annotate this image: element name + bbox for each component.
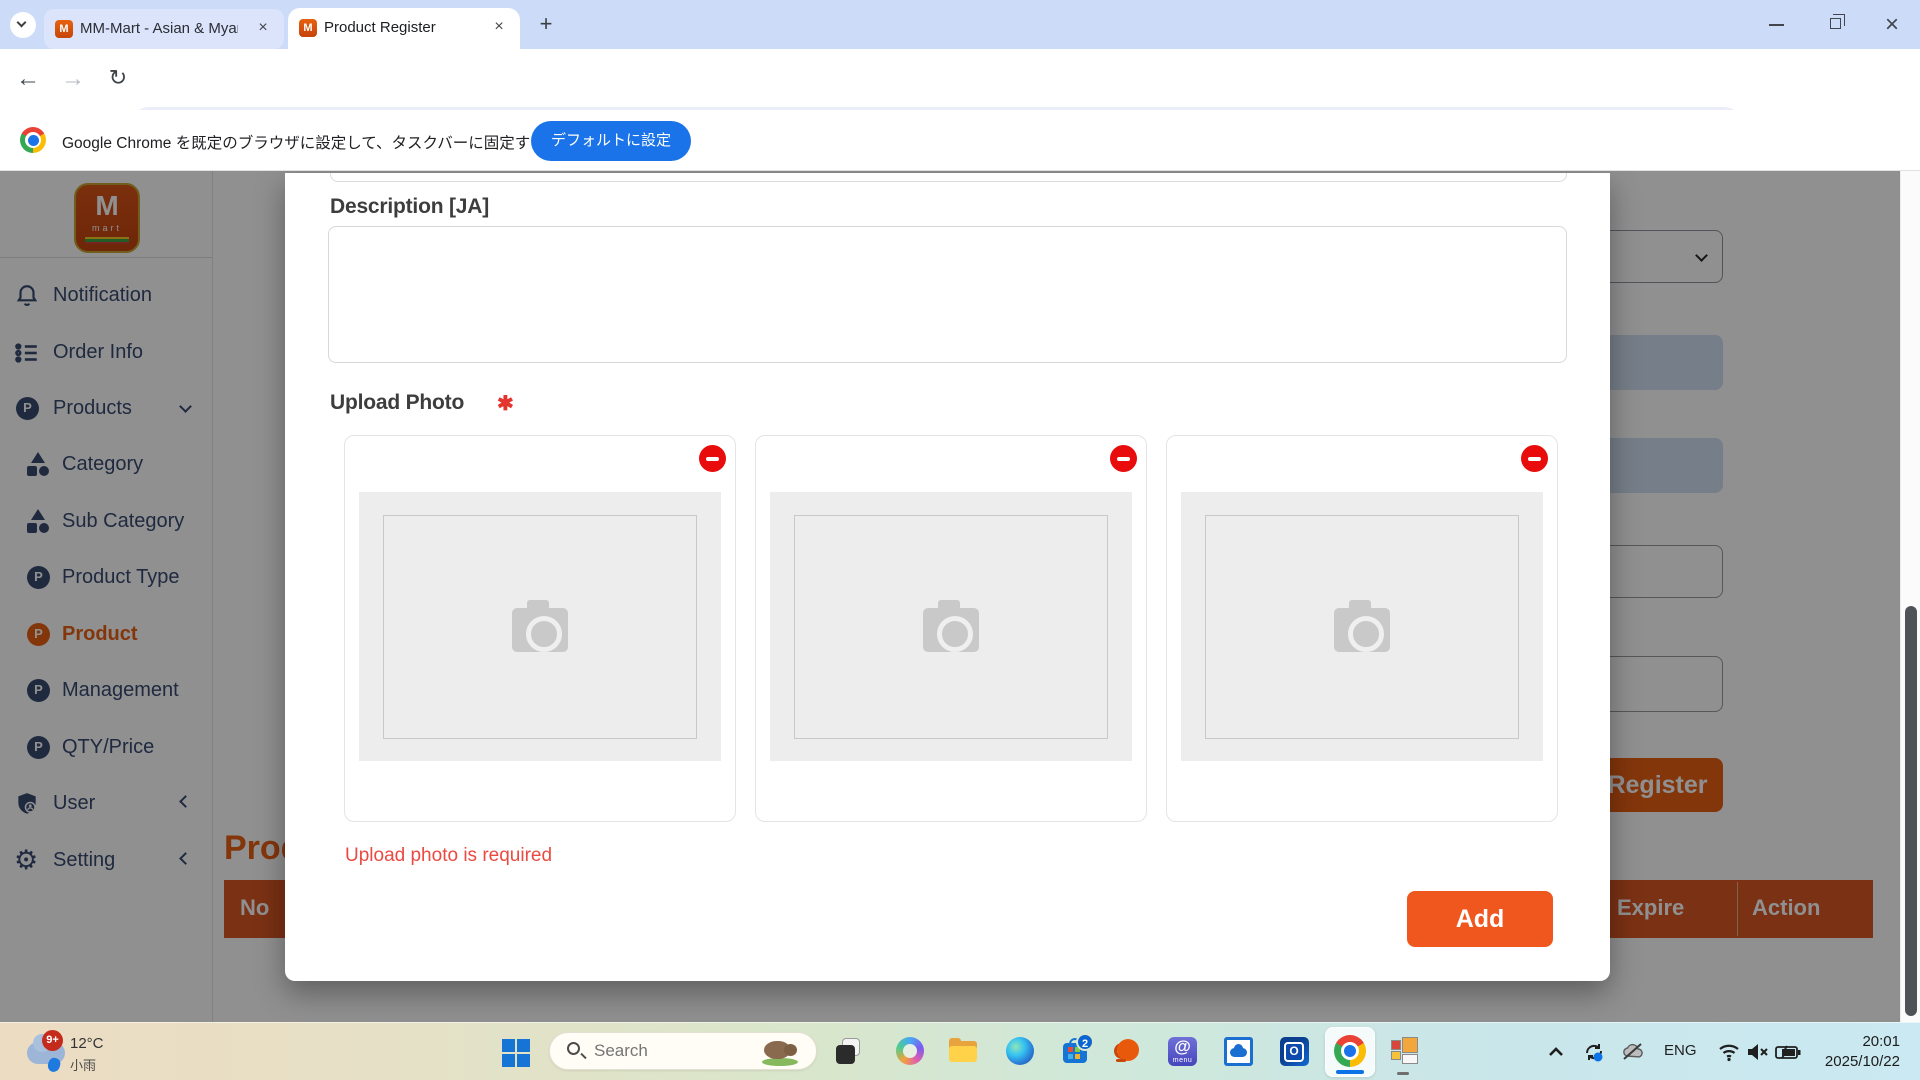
tab-title: MM-Mart - Asian & Myanmar G: [80, 20, 238, 40]
tray-wifi-icon[interactable]: [1716, 1039, 1742, 1065]
photo-dropzone[interactable]: [770, 492, 1132, 761]
chevron-down-icon: [17, 18, 27, 28]
weather-condition-text: 小雨: [70, 1055, 96, 1074]
search-icon: [567, 1042, 580, 1055]
weather-widget[interactable]: 9+ 12°C 小雨: [18, 1028, 168, 1076]
camera-icon: [512, 608, 568, 652]
browser-toolbar: ← → ↻ mmmart.jp/admin/productregister ☆ …: [0, 49, 1920, 110]
clipped-field-edge: [330, 173, 1567, 182]
chrome-taskbar-active[interactable]: [1325, 1027, 1375, 1077]
tray-time: 20:01: [1790, 1032, 1900, 1052]
tray-language-indicator[interactable]: ENG: [1664, 1042, 1697, 1059]
page-scrollbar[interactable]: [1900, 171, 1920, 1022]
photo-dropzone[interactable]: [1181, 492, 1543, 761]
temperature-text: 12°C: [70, 1035, 104, 1052]
chrome-infobar: Google Chrome を既定のブラウザに設定して、タスクバーに固定する ×: [0, 110, 1920, 171]
close-window-button[interactable]: [1872, 0, 1918, 49]
support-app-icon[interactable]: [1114, 1037, 1142, 1065]
search-daily-animal-image: [760, 1038, 800, 1066]
task-view-button[interactable]: [835, 1037, 865, 1067]
tray-date: 2025/10/22: [1790, 1052, 1900, 1072]
tiles-app-icon[interactable]: [1390, 1037, 1420, 1067]
tray-chevron-up-icon[interactable]: [1543, 1039, 1569, 1065]
start-button[interactable]: [502, 1037, 532, 1067]
infobar-text: Google Chrome を既定のブラウザに設定して、タスクバーに固定する: [62, 131, 546, 153]
tab-title: Product Register: [324, 19, 474, 39]
running-app-indicator: [1397, 1072, 1409, 1075]
tab-close-icon[interactable]: ×: [490, 18, 508, 36]
edge-browser-icon[interactable]: [1006, 1037, 1034, 1065]
restore-button[interactable]: [1814, 0, 1860, 49]
camera-icon: [1334, 608, 1390, 652]
forward-button[interactable]: →: [58, 65, 88, 93]
chrome-logo-icon: [20, 127, 46, 153]
camera-icon: [923, 608, 979, 652]
tray-onedrive-paused-icon[interactable]: [1620, 1039, 1646, 1065]
site-favicon: M: [55, 20, 73, 38]
new-tab-button[interactable]: +: [534, 12, 558, 36]
tab-mm-mart[interactable]: M MM-Mart - Asian & Myanmar G ×: [44, 9, 284, 49]
tray-sync-icon[interactable]: [1581, 1039, 1607, 1065]
screen: M MM-Mart - Asian & Myanmar G × M Produc…: [0, 0, 1920, 1080]
required-asterisk: ✱: [497, 391, 514, 416]
copilot-icon[interactable]: [896, 1037, 924, 1065]
remove-photo-button[interactable]: [1521, 445, 1548, 472]
set-default-browser-button[interactable]: デフォルトに設定: [531, 121, 691, 161]
reload-button[interactable]: ↻: [103, 65, 133, 91]
upload-photo-label: Upload Photo: [330, 391, 464, 415]
product-register-modal: Description [JA] Upload Photo ✱: [285, 173, 1610, 981]
photo-upload-slot-2[interactable]: [755, 435, 1147, 822]
restore-icon: [1830, 18, 1841, 29]
photo-upload-slot-1[interactable]: [344, 435, 736, 822]
notification-count-badge: 9+: [42, 1030, 63, 1051]
at-menu-app-icon[interactable]: @menu: [1168, 1037, 1197, 1066]
tab-close-icon[interactable]: ×: [254, 19, 272, 37]
scrollbar-thumb[interactable]: [1905, 606, 1917, 1016]
description-ja-textarea[interactable]: [328, 226, 1567, 363]
chrome-logo-icon: [1334, 1035, 1366, 1067]
photo-dropzone[interactable]: [359, 492, 721, 761]
upload-error-message: Upload photo is required: [345, 845, 552, 867]
tray-volume-muted-icon[interactable]: [1744, 1039, 1770, 1065]
search-input[interactable]: [594, 1039, 744, 1063]
site-favicon: M: [299, 19, 317, 37]
add-button[interactable]: Add: [1407, 891, 1553, 947]
file-explorer-icon[interactable]: [948, 1037, 978, 1067]
microsoft-store-icon[interactable]: 2: [1060, 1037, 1090, 1067]
active-app-indicator: [1336, 1070, 1364, 1074]
description-ja-label: Description [JA]: [330, 195, 489, 219]
page-viewport: M mart Notification: [0, 171, 1920, 1022]
photo-upload-slot-3[interactable]: [1166, 435, 1558, 822]
tab-product-register[interactable]: M Product Register ×: [288, 8, 520, 49]
browser-titlebar: M MM-Mart - Asian & Myanmar G × M Produc…: [0, 0, 1920, 49]
photos-app-icon[interactable]: [1224, 1037, 1253, 1066]
tab-search-button[interactable]: [10, 12, 36, 38]
tray-clock[interactable]: 20:01 2025/10/22: [1790, 1032, 1900, 1072]
remove-photo-button[interactable]: [699, 445, 726, 472]
remove-photo-button[interactable]: [1110, 445, 1137, 472]
outlook-icon[interactable]: [1280, 1037, 1309, 1066]
taskbar-search[interactable]: [549, 1032, 817, 1070]
store-update-badge: 2: [1076, 1033, 1094, 1051]
windows-taskbar: 9+ 12°C 小雨 2 @menu: [0, 1022, 1920, 1080]
minimize-button[interactable]: [1754, 0, 1800, 49]
back-button[interactable]: ←: [13, 65, 43, 93]
